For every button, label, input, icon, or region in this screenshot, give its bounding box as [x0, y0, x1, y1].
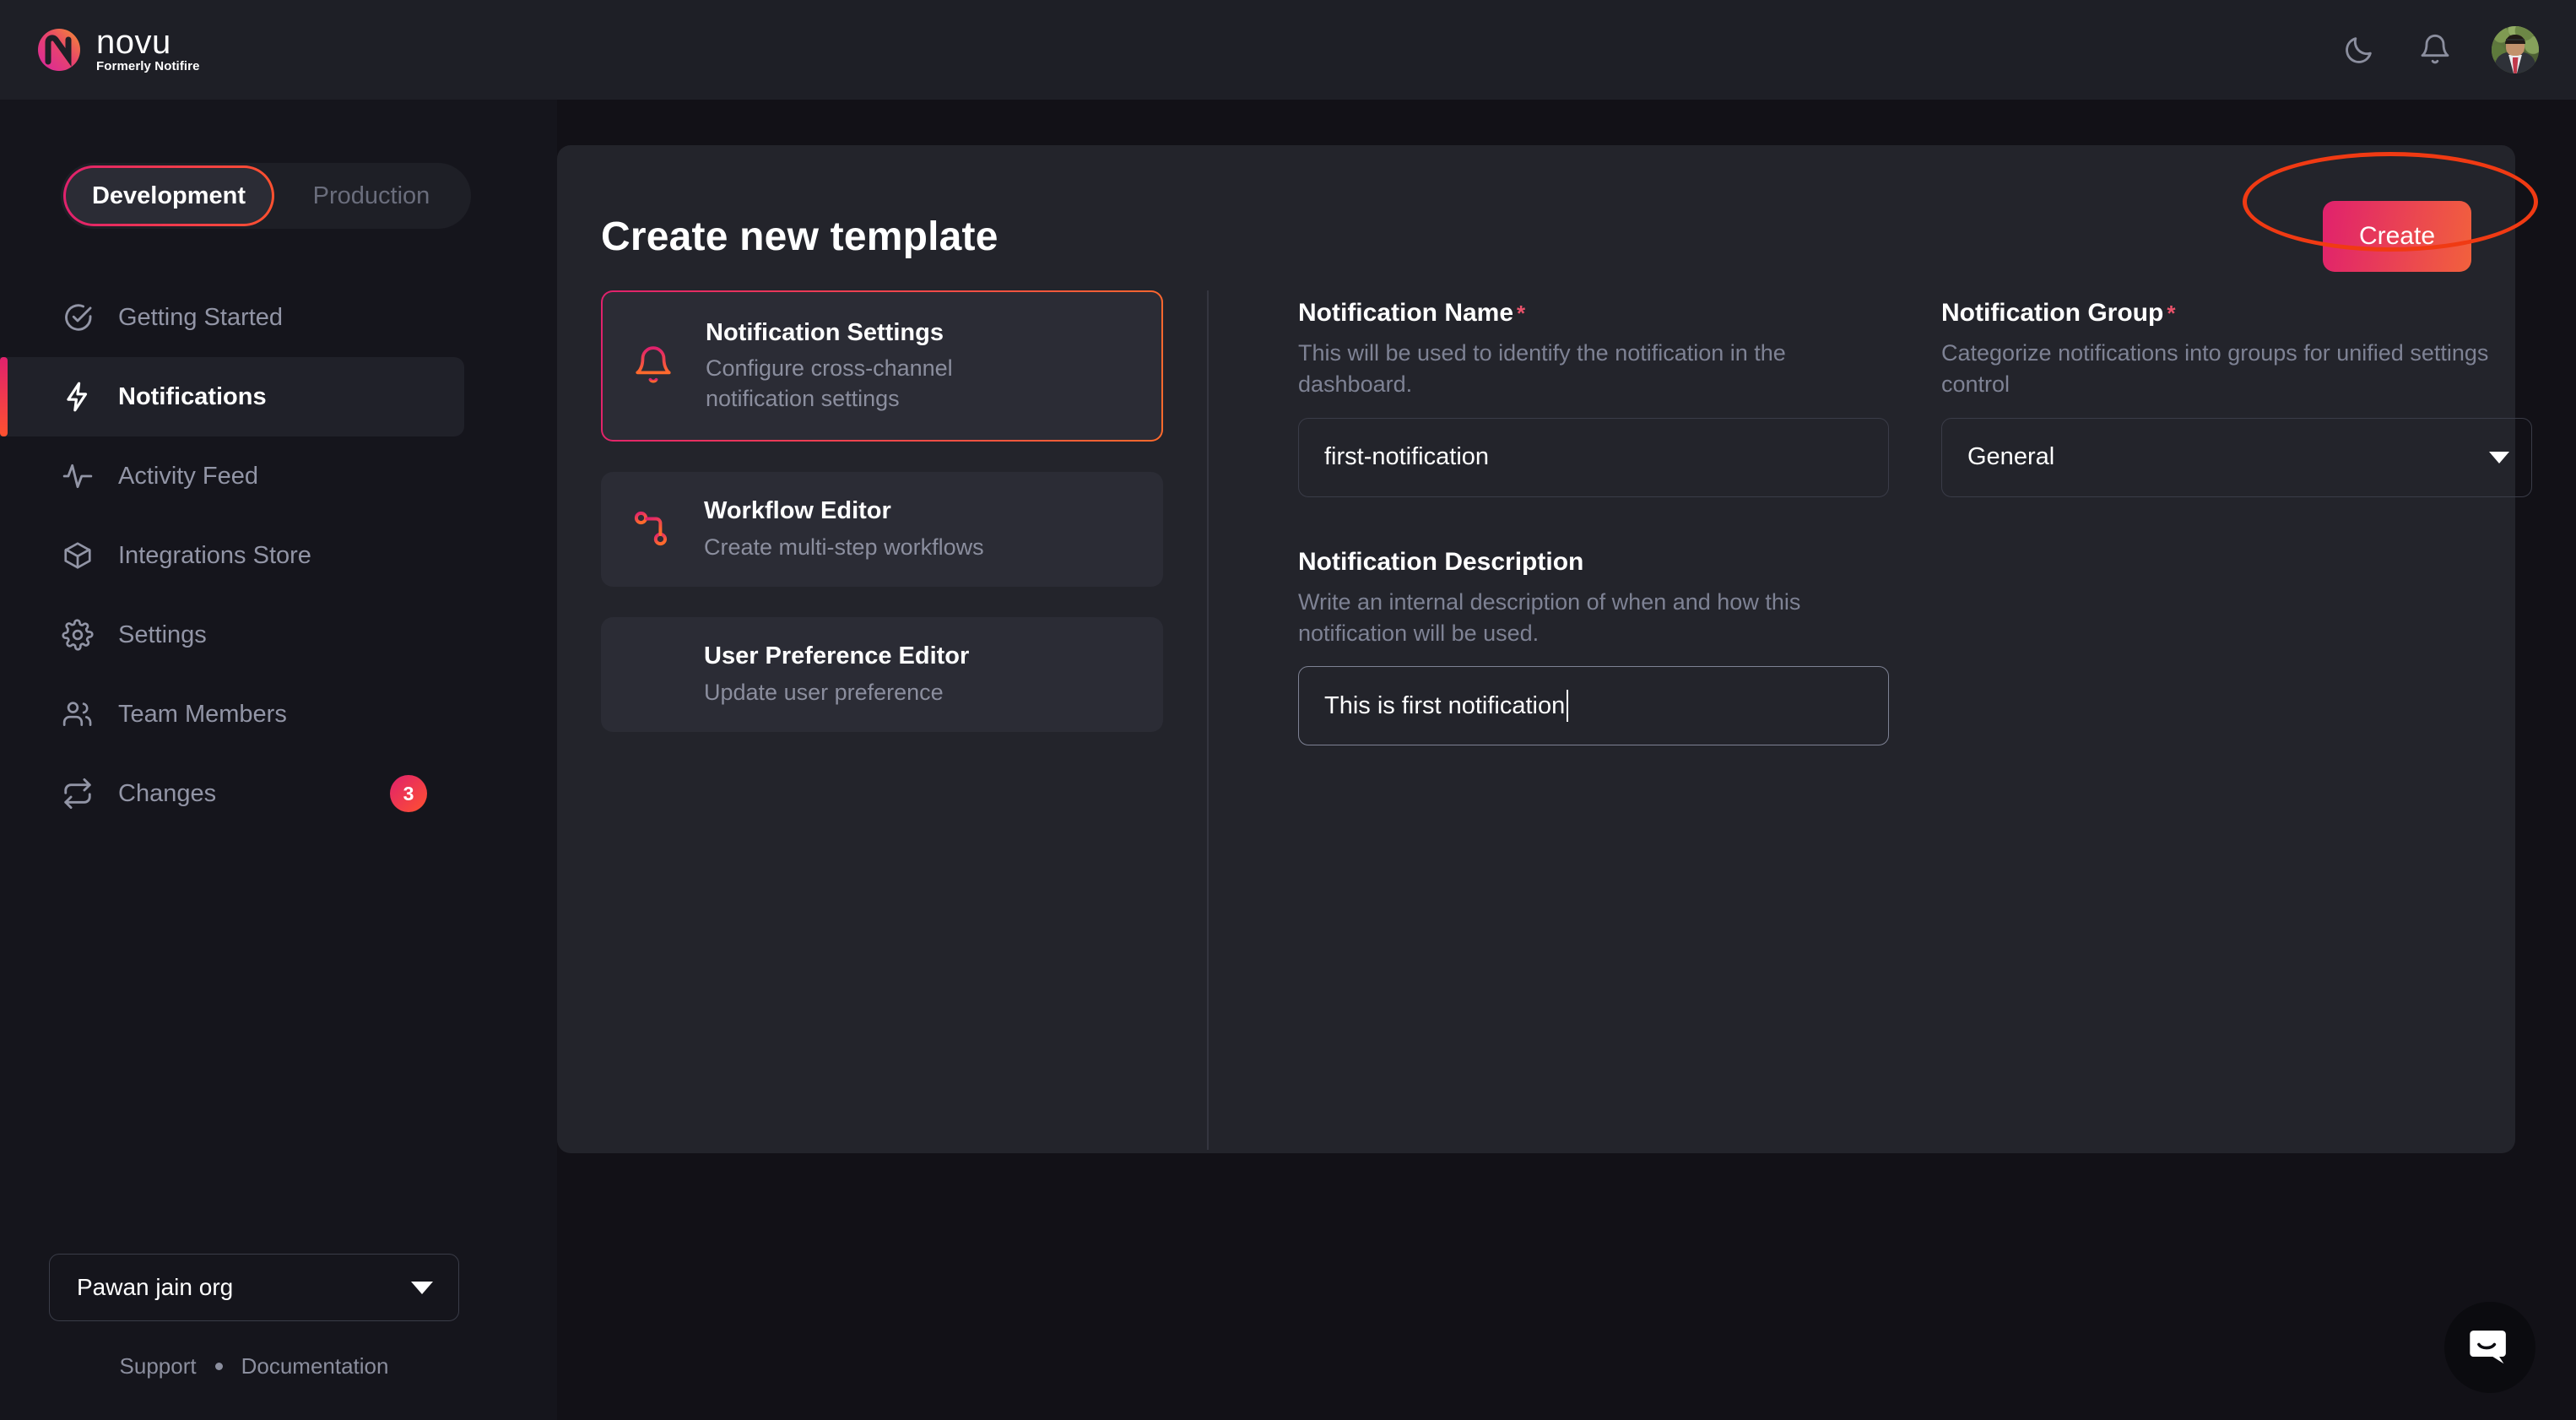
- activity-pulse-icon: [61, 459, 95, 493]
- field-notification-name: Notification Name * This will be used to …: [1298, 299, 1889, 497]
- sidebar-footer: Pawan jain org Support Documentation: [0, 1254, 557, 1420]
- org-selector-value: Pawan jain org: [77, 1274, 234, 1300]
- chevron-down-icon: [2489, 451, 2509, 463]
- notification-description-input[interactable]: This is first notification: [1298, 666, 1889, 745]
- field-label-text: Notification Name: [1298, 299, 1514, 327]
- field-notification-group: Notification Group * Categorize notificat…: [1941, 299, 2532, 497]
- top-actions: [2340, 26, 2539, 73]
- bell-icon: [631, 344, 675, 388]
- chevron-down-icon: [411, 1281, 433, 1294]
- panel-body: Notification Settings Configure cross-ch…: [557, 290, 2532, 1153]
- create-button[interactable]: Create: [2323, 201, 2471, 272]
- sliders-icon: [630, 653, 674, 696]
- chat-launcher-button[interactable]: [2444, 1302, 2535, 1393]
- brand-logo[interactable]: novu Formerly Notifire: [37, 24, 200, 73]
- env-toggle-production[interactable]: Production: [275, 165, 468, 226]
- field-help-text: Write an internal description of when an…: [1298, 588, 1801, 646]
- card-description: Configure cross-channel notification set…: [706, 355, 953, 412]
- moon-icon[interactable]: [2340, 30, 2378, 69]
- bolt-icon: [61, 380, 95, 414]
- footer-links: Support Documentation: [0, 1353, 508, 1379]
- brand-wordmark: novu: [96, 24, 171, 61]
- cube-icon: [61, 539, 95, 572]
- top-header-bar: novu Formerly Notifire: [0, 0, 2576, 100]
- intercom-chat-icon: [2465, 1321, 2514, 1374]
- sidebar-item-team-members[interactable]: Team Members: [0, 675, 557, 754]
- sidebar-item-integrations-store[interactable]: Integrations Store: [0, 516, 557, 595]
- page-title: Create new template: [601, 214, 998, 259]
- panel-header: Create new template Create: [601, 189, 2471, 284]
- main-panel: Create new template Create Notification …: [557, 145, 2532, 1153]
- required-marker: *: [1517, 301, 1526, 326]
- sidebar-item-activity-feed[interactable]: Activity Feed: [0, 436, 557, 516]
- field-label-text: Notification Description: [1298, 547, 1584, 576]
- form-fields: Notification Name * This will be used to …: [1207, 290, 2532, 1153]
- field-label-text: Notification Group: [1941, 299, 2164, 327]
- sidebar-item-notifications[interactable]: Notifications: [0, 357, 464, 436]
- notification-group-value: General: [1967, 443, 2055, 470]
- field-help-text: Categorize notifications into groups for…: [1941, 340, 2489, 398]
- circle-check-icon: [61, 301, 95, 334]
- card-workflow-editor[interactable]: Workflow Editor Create multi-step workfl…: [601, 471, 1163, 587]
- novu-logo-icon: [37, 28, 81, 72]
- field-help-text: This will be used to identify the notifi…: [1298, 340, 1786, 398]
- sidebar-item-label: Notifications: [118, 382, 267, 410]
- card-notification-settings[interactable]: Notification Settings Configure cross-ch…: [601, 290, 1163, 442]
- status-badge: 3: [390, 775, 427, 812]
- git-branch-icon: [630, 507, 674, 551]
- documentation-link[interactable]: Documentation: [241, 1353, 389, 1379]
- brand-subtitle: Formerly Notifire: [96, 59, 200, 73]
- card-description: Update user preference: [704, 679, 944, 705]
- notification-name-input[interactable]: first-notification: [1298, 417, 1889, 497]
- notification-name-value: first-notification: [1324, 443, 1490, 470]
- sidebar-item-label: Activity Feed: [118, 462, 258, 490]
- sidebar-item-label: Changes: [118, 779, 217, 807]
- repeat-icon: [61, 777, 95, 810]
- sidebar-item-label: Team Members: [118, 700, 287, 728]
- sidebar-nav: Getting Started Notifications Activity F…: [0, 278, 557, 833]
- sidebar-item-label: Getting Started: [118, 303, 284, 331]
- env-toggle-development[interactable]: Development: [63, 165, 274, 226]
- column-divider: [1207, 290, 1209, 1150]
- gear-icon: [61, 618, 95, 652]
- card-description: Create multi-step workflows: [704, 534, 984, 560]
- env-toggle-development-label: Development: [66, 168, 272, 224]
- field-spacer: [1298, 497, 1889, 548]
- avatar-glasses: [2506, 39, 2525, 43]
- org-selector[interactable]: Pawan jain org: [49, 1254, 459, 1321]
- sidebar-item-label: Settings: [118, 621, 207, 648]
- card-user-preference-editor[interactable]: User Preference Editor Update user prefe…: [601, 616, 1163, 732]
- field-notification-description: Notification Description Write an intern…: [1298, 548, 1889, 745]
- field-label: Notification Group *: [1941, 299, 2532, 328]
- field-label: Notification Name *: [1298, 299, 1889, 328]
- support-link[interactable]: Support: [120, 1353, 197, 1379]
- environment-toggle: Development Production: [61, 163, 471, 229]
- notification-group-select[interactable]: General: [1941, 417, 2532, 497]
- sidebar: Development Production Getting Started N…: [0, 100, 557, 1420]
- notification-description-value: This is first notification: [1324, 691, 1566, 719]
- sidebar-item-getting-started[interactable]: Getting Started: [0, 278, 557, 357]
- avatar[interactable]: [2492, 26, 2539, 73]
- form-column-right: Notification Group * Categorize notificat…: [1941, 299, 2532, 1153]
- users-icon: [61, 697, 95, 731]
- text-caret: [1567, 690, 1569, 722]
- sidebar-item-changes[interactable]: Changes 3: [0, 754, 557, 833]
- field-label: Notification Description: [1298, 548, 1889, 577]
- card-title: User Preference Editor: [704, 642, 970, 670]
- bell-icon[interactable]: [2416, 30, 2454, 69]
- card-title: Notification Settings: [706, 319, 944, 346]
- sidebar-item-settings[interactable]: Settings: [0, 595, 557, 675]
- sidebar-item-label: Integrations Store: [118, 541, 311, 569]
- card-title: Workflow Editor: [704, 497, 891, 525]
- template-type-cards: Notification Settings Configure cross-ch…: [557, 290, 1209, 1153]
- required-marker: *: [2167, 301, 2176, 326]
- form-column-left: Notification Name * This will be used to …: [1298, 299, 1889, 1153]
- separator-dot-icon: [214, 1363, 223, 1370]
